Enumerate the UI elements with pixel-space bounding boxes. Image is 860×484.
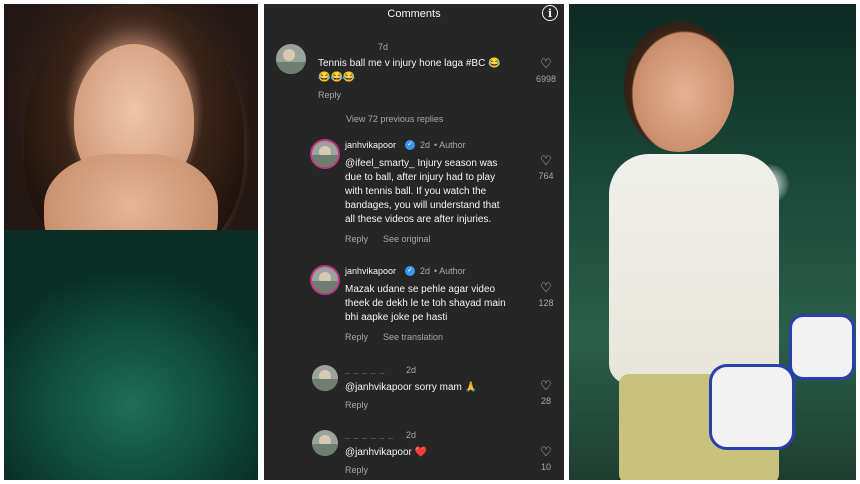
comments-header: Comments i <box>264 4 564 26</box>
reply-text-line: bhi aapke joke pe hasti <box>345 312 448 323</box>
heart-icon[interactable]: ♡ <box>538 445 554 459</box>
comment-time: 7d <box>378 42 389 52</box>
reply-text-line: theek de dekh le te toh shayad main <box>345 298 506 309</box>
left-photo <box>4 4 258 480</box>
comment-text: Tennis ball me v injury hone laga #BC 😂 <box>318 58 501 69</box>
heart-icon[interactable]: ♡ <box>538 154 554 168</box>
reply-text-line: @ifeel_smarty_ Injury season was <box>345 158 498 169</box>
avatar[interactable] <box>276 44 306 74</box>
comments-panel: Comments i 7d Tennis ball me v injury ho… <box>264 4 564 480</box>
batting-glove-icon <box>789 314 855 380</box>
comment-emojis: 😂😂😂 <box>318 72 356 83</box>
like-count: 28 <box>540 396 551 406</box>
avatar[interactable] <box>312 141 338 167</box>
like-count: 6998 <box>535 74 557 84</box>
reply-time: 2d <box>406 430 417 440</box>
reply-text-line: @janhvikapoor sorry mam 🙏 <box>345 382 478 393</box>
photo-top-shape <box>609 154 779 384</box>
like-count: 10 <box>540 462 551 472</box>
batting-glove-icon <box>709 364 795 450</box>
verified-icon: ✓ <box>405 140 415 150</box>
reply-button[interactable]: Reply <box>345 332 368 342</box>
view-previous-replies[interactable]: View 72 previous replies <box>346 114 443 124</box>
avatar[interactable] <box>312 365 338 391</box>
reply-username[interactable]: _ _ _ _ _ <box>345 365 385 374</box>
reply-text-line: due to ball, after injury had to play <box>345 172 496 183</box>
reply-button[interactable]: Reply <box>345 465 368 475</box>
info-icon[interactable]: i <box>542 5 558 21</box>
avatar[interactable] <box>312 267 338 293</box>
reply-username[interactable]: _ _ _ _ _ _ <box>345 430 394 439</box>
heart-icon[interactable]: ♡ <box>538 281 554 295</box>
author-badge: • Author <box>434 140 466 150</box>
like-count: 764 <box>538 171 554 181</box>
reply-text-line: with tennis ball. If you watch the <box>345 186 487 197</box>
photo-head-shape <box>624 22 734 152</box>
photo-dress-shape <box>4 230 258 480</box>
right-photo <box>569 4 856 480</box>
reply-button[interactable]: Reply <box>345 234 368 244</box>
reply-time: 2d <box>420 140 431 150</box>
reply-username[interactable]: janhvikapoor <box>345 266 396 276</box>
like-count: 128 <box>538 298 554 308</box>
see-translation-link[interactable]: See translation <box>383 332 443 342</box>
avatar[interactable] <box>312 430 338 456</box>
reply-time: 2d <box>406 365 417 375</box>
author-badge: • Author <box>434 266 466 276</box>
reply-text-line: all these videos are after injuries. <box>345 214 492 225</box>
heart-icon[interactable]: ♡ <box>538 379 554 393</box>
reply-text-line: bandages, you will understand that <box>345 200 500 211</box>
header-title: Comments <box>387 8 441 20</box>
reply-username[interactable]: janhvikapoor <box>345 140 396 150</box>
heart-icon[interactable]: ♡ <box>538 57 554 71</box>
reply-button[interactable]: Reply <box>318 90 341 100</box>
see-original-link[interactable]: See original <box>383 234 431 244</box>
reply-text-line: Mazak udane se pehle agar video <box>345 284 496 295</box>
reply-text-line: @janhvikapoor ❤️ <box>345 447 428 458</box>
reply-time: 2d <box>420 266 431 276</box>
reply-button[interactable]: Reply <box>345 400 368 410</box>
verified-icon: ✓ <box>405 266 415 276</box>
